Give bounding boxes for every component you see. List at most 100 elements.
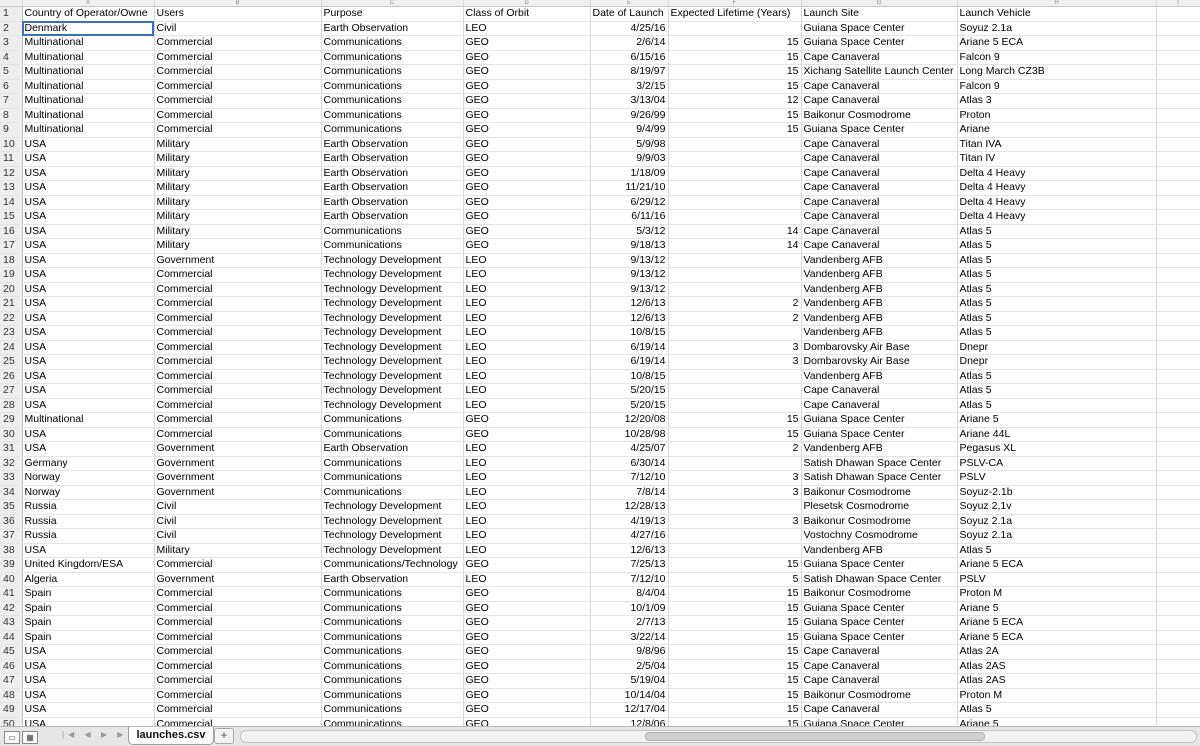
row-number[interactable]: 3 — [0, 35, 23, 51]
data-cell[interactable]: Commercial — [154, 79, 322, 94]
data-cell[interactable]: LEO — [463, 296, 591, 312]
data-cell[interactable]: Earth Observation — [321, 137, 464, 152]
data-cell[interactable]: Communications — [321, 717, 464, 726]
data-cell[interactable]: Atlas 2A — [957, 644, 1157, 660]
data-cell[interactable]: Cape Canaveral — [801, 673, 958, 689]
data-cell[interactable]: Atlas 5 — [957, 253, 1157, 268]
page-layout-view-button[interactable]: ▦ — [22, 731, 38, 744]
data-cell[interactable]: Dombarovsky Air Base — [801, 340, 958, 355]
data-cell[interactable]: 15 — [668, 630, 802, 645]
row-number[interactable]: 4 — [0, 50, 23, 65]
data-cell[interactable]: Ariane 5 ECA — [957, 35, 1157, 51]
data-cell[interactable]: Cape Canaveral — [801, 195, 958, 210]
data-cell[interactable]: GEO — [463, 601, 591, 616]
data-cell[interactable]: Commercial — [154, 64, 322, 80]
column-title-cell[interactable]: Class of Orbit — [463, 6, 591, 22]
data-cell[interactable]: Ariane 5 — [957, 601, 1157, 616]
row-number[interactable]: 26 — [0, 369, 23, 384]
data-cell[interactable]: Commercial — [154, 354, 322, 370]
data-cell[interactable]: Civil — [154, 499, 322, 515]
data-cell[interactable]: Government — [154, 470, 322, 486]
empty-cell[interactable] — [1156, 412, 1200, 428]
data-cell[interactable]: Technology Development — [321, 354, 464, 370]
data-cell[interactable]: 15 — [668, 427, 802, 442]
data-cell[interactable]: 9/4/99 — [590, 122, 669, 138]
data-cell[interactable]: USA — [22, 441, 155, 457]
data-cell[interactable]: GEO — [463, 50, 591, 65]
data-cell[interactable]: Multinational — [22, 64, 155, 80]
data-cell[interactable]: Commercial — [154, 311, 322, 326]
data-cell[interactable]: Commercial — [154, 122, 322, 138]
data-cell[interactable]: 6/19/14 — [590, 354, 669, 370]
data-cell[interactable]: 4/27/16 — [590, 528, 669, 544]
data-cell[interactable]: 3 — [668, 340, 802, 355]
empty-cell[interactable] — [1156, 137, 1200, 152]
data-cell[interactable]: LEO — [463, 470, 591, 486]
data-cell[interactable]: 5/9/98 — [590, 137, 669, 152]
data-cell[interactable]: Military — [154, 166, 322, 181]
data-cell[interactable]: Cape Canaveral — [801, 383, 958, 399]
data-cell[interactable]: Commercial — [154, 398, 322, 413]
row-number[interactable]: 31 — [0, 441, 23, 457]
data-cell[interactable]: Soyuz 2.1a — [957, 514, 1157, 529]
data-cell[interactable]: 1/18/09 — [590, 166, 669, 181]
data-cell[interactable]: LEO — [463, 311, 591, 326]
data-cell[interactable]: Communications — [321, 630, 464, 645]
row-number[interactable]: 5 — [0, 64, 23, 80]
data-cell[interactable] — [668, 369, 802, 384]
data-cell[interactable]: 12/20/08 — [590, 412, 669, 428]
data-cell[interactable] — [668, 166, 802, 181]
data-cell[interactable]: Atlas 5 — [957, 325, 1157, 341]
data-cell[interactable]: 15 — [668, 601, 802, 616]
row-number[interactable]: 29 — [0, 412, 23, 428]
data-cell[interactable]: Spain — [22, 601, 155, 616]
row-number[interactable]: 50 — [0, 717, 23, 726]
data-cell[interactable]: Atlas 5 — [957, 296, 1157, 312]
data-cell[interactable]: Technology Development — [321, 267, 464, 283]
empty-cell[interactable] — [1156, 209, 1200, 225]
empty-cell[interactable] — [1156, 253, 1200, 268]
data-cell[interactable]: 7/8/14 — [590, 485, 669, 500]
data-cell[interactable]: GEO — [463, 122, 591, 138]
data-cell[interactable]: USA — [22, 137, 155, 152]
data-cell[interactable]: Guiana Space Center — [801, 427, 958, 442]
row-number[interactable]: 6 — [0, 79, 23, 94]
data-cell[interactable]: LEO — [463, 369, 591, 384]
empty-cell[interactable] — [1156, 195, 1200, 210]
data-cell[interactable]: Military — [154, 238, 322, 254]
empty-cell[interactable] — [1156, 485, 1200, 500]
data-cell[interactable]: GEO — [463, 557, 591, 573]
data-cell[interactable]: Communications — [321, 673, 464, 689]
data-cell[interactable]: Communications — [321, 79, 464, 94]
data-cell[interactable]: Earth Observation — [321, 21, 464, 36]
data-cell[interactable]: LEO — [463, 267, 591, 283]
data-cell[interactable]: Delta 4 Heavy — [957, 166, 1157, 181]
data-cell[interactable]: USA — [22, 688, 155, 703]
data-cell[interactable]: 2 — [668, 311, 802, 326]
scrollbar-thumb[interactable] — [645, 732, 985, 741]
data-cell[interactable]: Commercial — [154, 282, 322, 297]
data-cell[interactable]: Spain — [22, 586, 155, 602]
empty-cell[interactable] — [1156, 644, 1200, 660]
column-title-cell[interactable]: Launch Site — [801, 6, 958, 22]
data-cell[interactable]: LEO — [463, 456, 591, 471]
data-cell[interactable]: Cape Canaveral — [801, 137, 958, 152]
data-cell[interactable]: Norway — [22, 470, 155, 486]
data-cell[interactable]: Titan IV — [957, 151, 1157, 167]
data-cell[interactable]: USA — [22, 224, 155, 239]
data-cell[interactable]: GEO — [463, 180, 591, 196]
data-cell[interactable]: 2 — [668, 441, 802, 457]
data-cell[interactable]: 8/4/04 — [590, 586, 669, 602]
data-cell[interactable]: Baikonur Cosmodrome — [801, 688, 958, 703]
data-cell[interactable]: Ariane 5 ECA — [957, 615, 1157, 631]
data-cell[interactable]: 15 — [668, 615, 802, 631]
data-cell[interactable]: Government — [154, 485, 322, 500]
row-number[interactable]: 40 — [0, 572, 23, 587]
data-cell[interactable]: LEO — [463, 383, 591, 399]
data-cell[interactable]: Military — [154, 209, 322, 225]
data-cell[interactable]: Cape Canaveral — [801, 644, 958, 660]
row-number[interactable]: 22 — [0, 311, 23, 326]
data-cell[interactable]: USA — [22, 427, 155, 442]
data-cell[interactable]: Ariane 5 ECA — [957, 557, 1157, 573]
data-cell[interactable]: 3 — [668, 354, 802, 370]
